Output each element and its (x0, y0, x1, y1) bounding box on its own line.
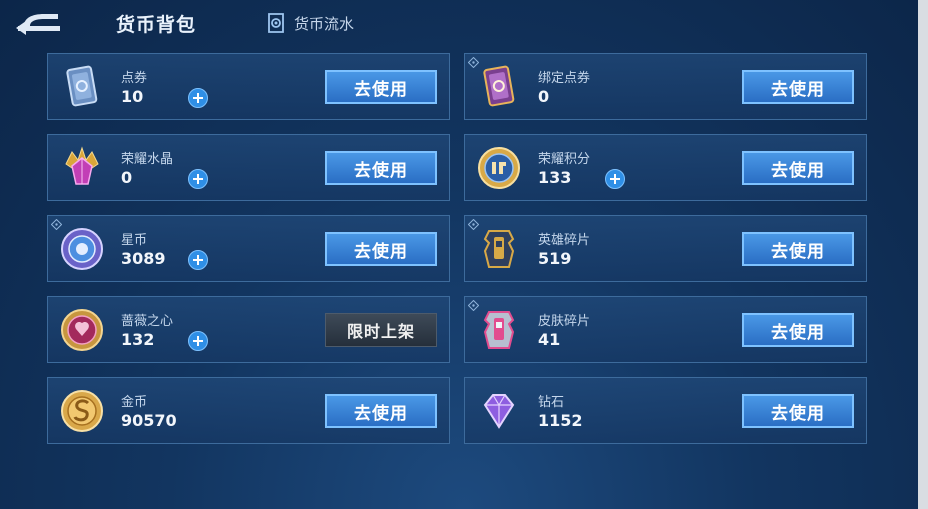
glory-points-icon (475, 144, 523, 192)
right-edge-strip (918, 0, 928, 509)
currency-amount: 133 (538, 168, 572, 187)
currency-name: 蔷薇之心 (121, 314, 174, 329)
currency-amount: 0 (121, 168, 133, 187)
glory-crystal-icon (58, 144, 106, 192)
back-button[interactable] (14, 10, 64, 36)
top-bar: 货币背包 货币流水 (0, 0, 918, 46)
page-title: 货币背包 (116, 14, 197, 36)
add-star-coin-plus-icon[interactable] (188, 250, 208, 270)
rose-heart-icon (58, 306, 106, 354)
star-coin-icon (58, 225, 106, 273)
currency-name: 皮肤碎片 (538, 314, 591, 329)
currency-amount: 519 (538, 249, 572, 268)
use-bound-coupon-button[interactable]: 去使用 (742, 70, 854, 104)
skin-fragment-icon (475, 306, 523, 354)
bound-coupon-card-icon (475, 63, 523, 111)
use-diamond-button[interactable]: 去使用 (742, 394, 854, 428)
currency-card-star-coin: 星币 3089 去使用 (47, 215, 450, 282)
currency-card-glory-crystal: 荣耀水晶 0 去使用 (47, 134, 450, 201)
add-glory-points-plus-icon[interactable] (605, 169, 625, 189)
currency-card-gold-coin: 金币 90570 去使用 (47, 377, 450, 444)
add-rose-heart-plus-icon[interactable] (188, 331, 208, 351)
currency-card-diamond: 钻石 1152 去使用 (464, 377, 867, 444)
diamond-icon (475, 387, 523, 435)
currency-amount: 132 (121, 330, 155, 349)
use-glory-crystal-button[interactable]: 去使用 (325, 151, 437, 185)
currency-amount: 90570 (121, 411, 177, 430)
currency-flow-link[interactable]: 货币流水 (266, 12, 354, 34)
currency-amount: 41 (538, 330, 561, 349)
currency-name: 绑定点券 (538, 71, 591, 86)
coupon-card-icon (58, 63, 106, 111)
back-arrow-icon (16, 14, 60, 35)
add-glory-crystal-plus-icon[interactable] (188, 169, 208, 189)
currency-amount: 0 (538, 87, 550, 106)
currency-flow-icon (268, 13, 284, 33)
currency-name: 英雄碎片 (538, 233, 591, 248)
currency-amount: 3089 (121, 249, 166, 268)
add-coupon-plus-icon[interactable] (188, 88, 208, 108)
currency-card-hero-fragment: 英雄碎片 519 去使用 (464, 215, 867, 282)
limited-time-badge: 限时上架 (325, 313, 437, 347)
currency-name: 荣耀水晶 (121, 152, 174, 167)
currency-flow-label: 货币流水 (294, 14, 355, 33)
currency-card-coupon: 点券 10 去使用 (47, 53, 450, 120)
use-skin-fragment-button[interactable]: 去使用 (742, 313, 854, 347)
currency-name: 星币 (121, 233, 148, 248)
hero-fragment-icon (475, 225, 523, 273)
use-gold-coin-button[interactable]: 去使用 (325, 394, 437, 428)
currency-card-bound-coupon: 绑定点券 0 去使用 (464, 53, 867, 120)
currency-card-rose-heart: 蔷薇之心 132 限时上架 (47, 296, 450, 363)
use-glory-points-button[interactable]: 去使用 (742, 151, 854, 185)
currency-name: 荣耀积分 (538, 152, 591, 167)
currency-name: 金币 (121, 395, 148, 410)
gold-coin-icon (58, 387, 106, 435)
use-star-coin-button[interactable]: 去使用 (325, 232, 437, 266)
currency-amount: 1152 (538, 411, 583, 430)
use-coupon-button[interactable]: 去使用 (325, 70, 437, 104)
currency-amount: 10 (121, 87, 144, 106)
currency-name: 点券 (121, 71, 148, 86)
currency-name: 钻石 (538, 395, 565, 410)
currency-card-skin-fragment: 皮肤碎片 41 去使用 (464, 296, 867, 363)
currency-card-glory-points: 荣耀积分 133 去使用 (464, 134, 867, 201)
use-hero-fragment-button[interactable]: 去使用 (742, 232, 854, 266)
